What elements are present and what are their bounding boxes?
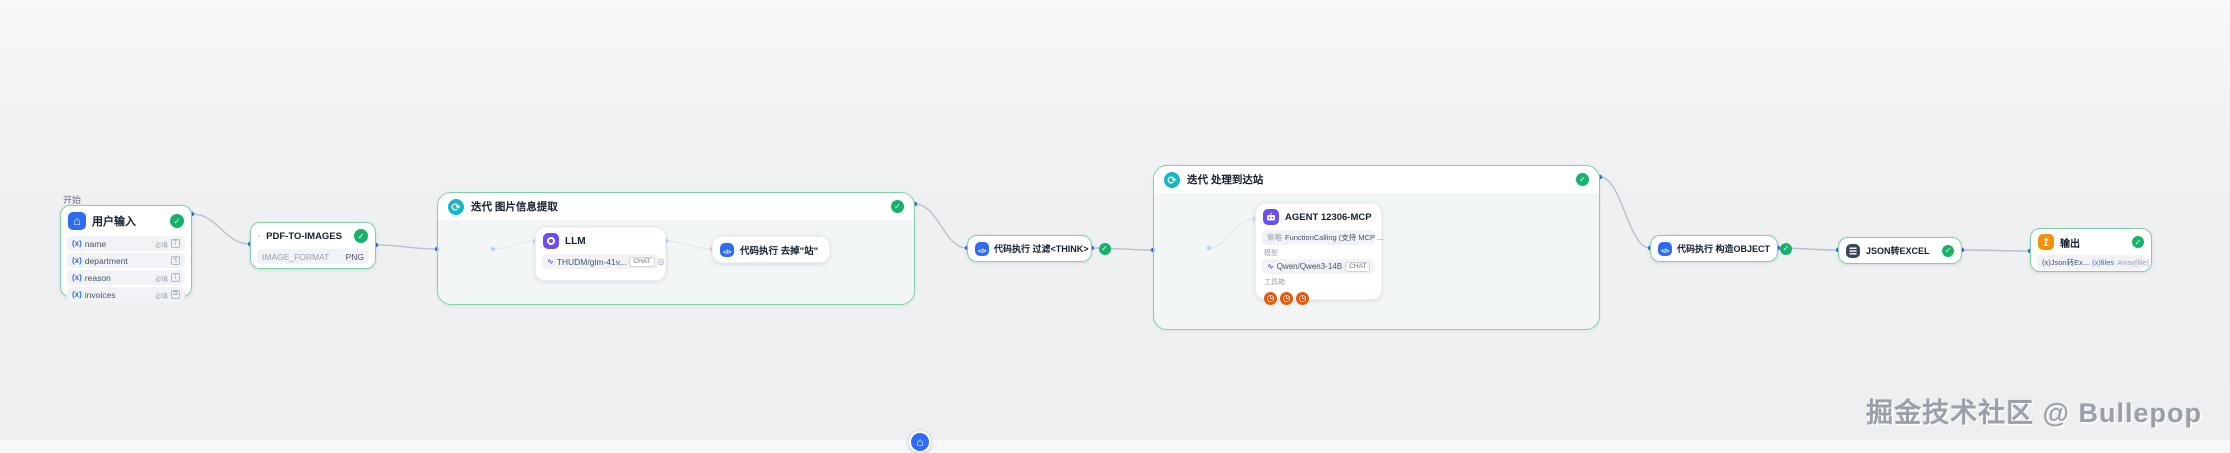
param-key: IMAGE_FORMAT: [262, 252, 329, 262]
code-icon: [1658, 242, 1672, 256]
text-type-icon: T: [171, 239, 180, 248]
node-code-remove-station[interactable]: 代码执行 去掉"站": [712, 236, 830, 263]
node-title: AGENT 12306-MCP: [1285, 212, 1372, 223]
tool-clock-icon: [1264, 292, 1277, 305]
required-label: 必填: [155, 290, 168, 300]
field-name: reason: [85, 273, 111, 283]
node-title: 代码执行 去掉"站": [740, 243, 818, 257]
variable-source: (x)Json转Ex...: [2042, 257, 2089, 268]
success-check-icon: [170, 214, 184, 228]
workflow-canvas[interactable]: { "start_group_label": "开始", "user_input…: [0, 0, 2230, 440]
node-title: 代码执行 构造OBJECT: [1677, 242, 1770, 255]
model-row: ∿ Qwen/Qwen3-14B CHAT: [1262, 259, 1375, 274]
node-title: 代码执行 过滤<THINK>: [994, 242, 1089, 255]
tool-clock-icon: [1296, 292, 1309, 305]
file-type-icon: ⧉: [171, 290, 180, 299]
var-badge: (x): [72, 290, 82, 299]
var-badge: (x): [72, 239, 82, 248]
vision-icon: [658, 257, 665, 266]
success-check-icon: [1780, 243, 1792, 255]
success-check-icon: [354, 229, 368, 243]
chat-badge: CHAT: [629, 257, 654, 267]
chat-badge: CHAT: [1345, 262, 1370, 272]
iteration-loop-icon: [448, 199, 464, 215]
node-json-to-excel[interactable]: JSON转EXCEL: [1838, 237, 1962, 264]
field-row-invoices: (x) invoices 必填 ⧉: [67, 287, 185, 302]
model-name: THUDM/glm-41v...: [557, 257, 627, 267]
field-name: department: [85, 256, 128, 266]
param-value: PNG: [346, 252, 364, 262]
field-row-reason: (x) reason 必填 T: [67, 270, 185, 285]
home-icon: [916, 434, 923, 450]
code-icon: [720, 243, 734, 257]
required-label: 必填: [155, 239, 168, 249]
strategy-row: 策略 FunctionCalling (支持 MCP ...: [1262, 230, 1375, 245]
variable-name: (x)files: [2092, 258, 2114, 267]
node-output[interactable]: 输出 (x)Json转Ex... (x)files Array[file]: [2030, 228, 2152, 272]
node-llm[interactable]: LLM ∿ THUDM/glm-41v... CHAT: [535, 227, 666, 281]
node-title: 用户输入: [92, 213, 136, 229]
llm-icon: [543, 233, 559, 249]
strategy-value: FunctionCalling (支持 MCP ...: [1285, 232, 1383, 243]
output-variable-row: (x)Json转Ex... (x)files Array[file]: [2037, 255, 2145, 270]
success-check-icon: [2132, 236, 2144, 248]
image-tool-icon: [258, 228, 260, 244]
model-provider-icon: ∿: [547, 257, 554, 266]
node-user-input[interactable]: 用户输入 (x) name 必填 T (x) department ¶ (x) …: [60, 205, 192, 297]
success-check-icon: [891, 200, 904, 213]
iteration-header: 迭代 图片信息提取: [438, 193, 914, 220]
iteration-title: 迭代 处理到达站: [1187, 172, 1263, 187]
iteration-container-image-extract[interactable]: 迭代 图片信息提取: [437, 192, 915, 305]
strategy-label: 策略: [1267, 232, 1282, 243]
node-title: 输出: [2060, 235, 2080, 250]
iteration-loop-icon: [1164, 172, 1180, 188]
watermark-text: 掘金技术社区 @ Bullepop: [1866, 391, 2202, 430]
paragraph-type-icon: ¶: [171, 256, 180, 265]
node-code-filter-think[interactable]: 代码执行 过滤<THINK>: [967, 235, 1092, 262]
node-title: LLM: [565, 236, 586, 247]
node-title: JSON转EXCEL: [1866, 244, 1930, 257]
output-icon: [2038, 234, 2054, 250]
tool-clock-icon: [1280, 292, 1293, 305]
model-name: Qwen/Qwen3-14B: [1277, 262, 1342, 271]
iteration-start-node[interactable]: [909, 431, 931, 453]
var-badge: (x): [72, 273, 82, 282]
node-pdf-to-images[interactable]: PDF-TO-IMAGES IMAGE_FORMAT PNG: [250, 222, 376, 269]
variable-type: Array[file]: [2117, 258, 2149, 267]
text-type-icon: T: [171, 273, 180, 282]
field-name: invoices: [85, 290, 116, 300]
field-row-name: (x) name 必填 T: [67, 236, 185, 251]
var-badge: (x): [72, 256, 82, 265]
iteration-header: 迭代 处理到达站: [1154, 166, 1599, 193]
model-row: ∿ THUDM/glm-41v... CHAT: [542, 254, 659, 269]
code-icon: [975, 242, 989, 256]
model-label: 模型: [1264, 248, 1373, 258]
model-provider-icon: ∿: [1267, 262, 1274, 271]
success-check-icon: [1576, 173, 1589, 186]
field-name: name: [85, 239, 106, 249]
node-code-build-object[interactable]: 代码执行 构造OBJECT: [1650, 235, 1778, 262]
edges-layer: [0, 0, 2230, 440]
required-label: 必填: [155, 273, 168, 283]
home-icon: [68, 212, 86, 230]
success-check-icon: [1099, 243, 1111, 255]
table-icon: [1846, 244, 1860, 258]
tools-row: [1264, 288, 1373, 306]
iteration-title: 迭代 图片信息提取: [471, 199, 558, 214]
success-check-icon: [1942, 245, 1954, 257]
field-row-department: (x) department ¶: [67, 253, 185, 268]
node-agent-12306-mcp[interactable]: AGENT 12306-MCP 策略 FunctionCalling (支持 M…: [1255, 203, 1382, 300]
tools-label: 工具箱: [1264, 277, 1373, 287]
node-title: PDF-TO-IMAGES: [266, 231, 342, 242]
agent-robot-icon: [1263, 209, 1279, 225]
param-row: IMAGE_FORMAT PNG: [257, 249, 369, 264]
